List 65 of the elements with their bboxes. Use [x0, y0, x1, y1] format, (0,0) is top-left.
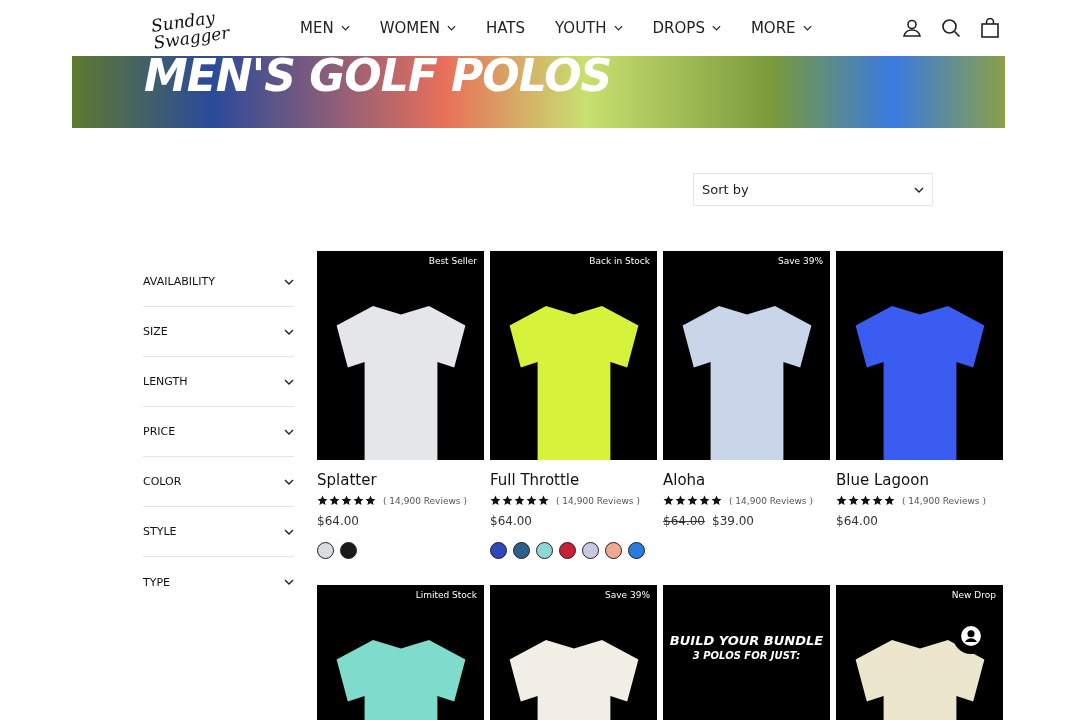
price: $64.00 — [317, 514, 359, 528]
user-icon — [960, 625, 982, 647]
nav-link[interactable]: MEN — [300, 19, 350, 37]
subline: 3 POLOS FOR JUST: — [692, 650, 801, 661]
original-price: $64.00 — [663, 514, 705, 528]
photo-placeholder[interactable]: Save 39% — [663, 251, 830, 460]
shopping-bag-icon[interactable] — [980, 18, 1000, 38]
product-name[interactable]: Splatter — [317, 471, 484, 489]
photo-placeholder[interactable]: Limited Stock — [317, 585, 484, 720]
product-name[interactable]: Full Throttle — [490, 471, 657, 489]
nav-link[interactable]: MORE — [750, 19, 812, 37]
filter-toggle[interactable]: STYLE — [143, 507, 294, 557]
nav-link[interactable]: DROPS — [652, 19, 721, 37]
product-name[interactable]: Aloha — [663, 471, 830, 489]
caret-icon[interactable] — [613, 25, 623, 31]
photo-placeholder[interactable] — [836, 251, 1003, 460]
photo-placeholder[interactable]: Best Seller — [317, 251, 484, 460]
review-count[interactable]: ( 14,900 Reviews ) — [556, 495, 640, 506]
nav-link[interactable]: YOUTH — [555, 19, 623, 37]
nav-link[interactable]: WOMEN — [379, 19, 456, 37]
filter-toggle[interactable]: LENGTH — [143, 357, 294, 407]
caret-icon[interactable] — [284, 428, 294, 435]
photo-placeholder[interactable]: Back in Stock — [490, 251, 657, 460]
review-count[interactable]: ( 14,900 Reviews ) — [902, 495, 986, 506]
color-swatch[interactable] — [490, 542, 507, 559]
caret-icon[interactable] — [284, 478, 294, 485]
caret-icon[interactable] — [802, 25, 812, 31]
caret-icon[interactable] — [284, 378, 294, 385]
filter-toggle[interactable]: SIZE — [143, 307, 294, 357]
caret-icon[interactable] — [914, 186, 924, 193]
price: $39.00 — [712, 514, 754, 528]
caret-icon[interactable] — [284, 328, 294, 335]
review-count[interactable]: ( 14,900 Reviews ) — [729, 495, 813, 506]
review-count[interactable]: ( 14,900 Reviews ) — [383, 495, 467, 506]
caret-icon[interactable] — [284, 528, 294, 535]
color-swatch[interactable] — [559, 542, 576, 559]
filter-toggle[interactable]: AVAILABILITY — [143, 257, 294, 307]
filter-toggle[interactable]: COLOR — [143, 457, 294, 507]
product-name[interactable]: Blue Lagoon — [836, 471, 1003, 489]
color-swatch[interactable] — [317, 542, 334, 559]
caret-icon[interactable] — [284, 278, 294, 285]
promo-banner[interactable]: BUILD YOUR BUNDLE 3 POLOS FOR JUST: — [663, 585, 830, 720]
filter-toggle[interactable]: TYPE — [143, 557, 294, 607]
color-swatch[interactable] — [513, 542, 530, 559]
sort-dropdown[interactable]: Sort by — [693, 173, 933, 206]
caret-icon[interactable] — [340, 25, 350, 31]
price: $64.00 — [490, 514, 532, 528]
price: $64.00 — [836, 514, 878, 528]
photo-placeholder[interactable]: New Drop — [836, 585, 1003, 720]
caret-icon[interactable] — [711, 25, 721, 31]
color-swatch[interactable] — [340, 542, 357, 559]
headline: BUILD YOUR BUNDLE — [669, 633, 824, 648]
nav-link[interactable]: HATS — [485, 19, 525, 37]
caret-icon[interactable] — [284, 579, 294, 585]
color-swatch[interactable] — [582, 542, 599, 559]
search-icon[interactable] — [941, 18, 961, 38]
page-title: MEN'S GOLF POLOS — [144, 56, 613, 101]
color-swatch[interactable] — [605, 542, 622, 559]
caret-icon[interactable] — [446, 25, 456, 31]
logo[interactable]: Sunday Swagger — [150, 4, 254, 52]
filter-toggle[interactable]: PRICE — [143, 407, 294, 457]
color-swatch[interactable] — [628, 542, 645, 559]
photo-placeholder[interactable]: Save 39% — [490, 585, 657, 720]
color-swatch[interactable] — [536, 542, 553, 559]
account-icon[interactable] — [902, 18, 922, 38]
